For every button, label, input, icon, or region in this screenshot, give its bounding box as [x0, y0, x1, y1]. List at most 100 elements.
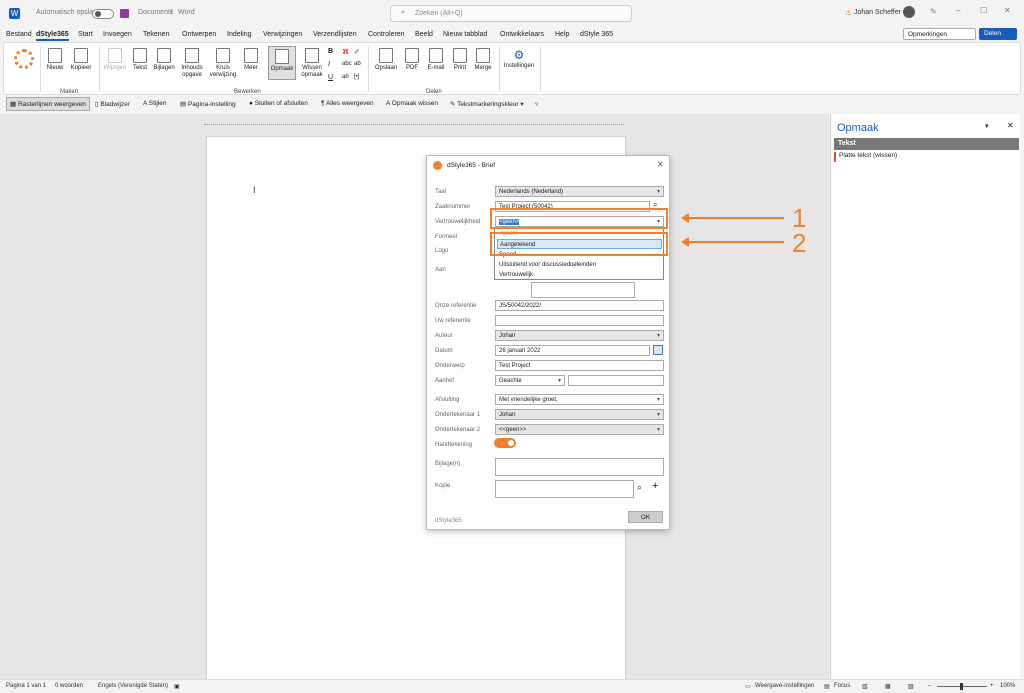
ondertekenaar-1-select[interactable]: Johan: [495, 409, 664, 420]
tab-nieuw-tabblad[interactable]: Nieuw tabblad: [443, 31, 487, 38]
ab-icon[interactable]: ab: [342, 74, 349, 80]
email-button[interactable]: E-mail: [424, 48, 448, 72]
new-button[interactable]: Nieuw: [44, 48, 66, 72]
tab-beeld[interactable]: Beeld: [415, 31, 433, 38]
afsluiting-select[interactable]: Met vriendelijke groet,: [495, 394, 664, 405]
status-words[interactable]: 0 woorden: [55, 683, 83, 689]
tab-dstyle365[interactable]: dStyle365: [36, 31, 69, 41]
crossref-button[interactable]: Kruis verwijzing: [208, 48, 238, 79]
field-icon[interactable]: [•]: [354, 74, 359, 80]
paint-icon[interactable]: ⌘: [342, 48, 349, 56]
comments-button[interactable]: Opmerkingen: [903, 28, 976, 40]
focus-icon[interactable]: ▤: [824, 683, 830, 690]
edit-button[interactable]: Wijzigen: [102, 48, 128, 72]
option-discussie[interactable]: Uitsluitend voor discussiedoeleinden: [497, 260, 662, 270]
option-vertrouwelijk[interactable]: Vertrouwelijk: [497, 270, 662, 280]
print-layout-icon[interactable]: ▦: [885, 683, 891, 690]
zoom-in-icon[interactable]: +: [990, 683, 994, 689]
kopie-field[interactable]: [495, 480, 634, 498]
text-button[interactable]: Tekst: [130, 48, 150, 72]
ondertekenaar-2-select[interactable]: <<geen>>: [495, 424, 664, 435]
pane-item-plain-text[interactable]: Platte tekst (wissen): [834, 152, 1019, 162]
toc-button[interactable]: Inhouds opgave: [178, 48, 206, 79]
tab-tekenen[interactable]: Tekenen: [143, 31, 169, 38]
tab-verzendlijsten[interactable]: Verzendlijsten: [313, 31, 357, 38]
taal-select[interactable]: Nederlands (Nederland): [495, 186, 664, 197]
aanhef-select[interactable]: Geachte: [495, 375, 565, 386]
search-box[interactable]: ⌕ Zoeken (Alt+Q): [390, 5, 632, 22]
accessibility-icon[interactable]: ▣: [174, 683, 180, 690]
gridlines-button[interactable]: ▦ Rasterlijnen weergeven: [6, 97, 90, 111]
web-layout-icon[interactable]: ▧: [908, 683, 914, 690]
status-language[interactable]: Engels (Verenigde Staten): [98, 683, 168, 689]
settings-button[interactable]: ⚙ Instellingen: [502, 48, 536, 70]
underline-button[interactable]: U: [328, 74, 333, 81]
show-all-button[interactable]: ¶ Alles weergeven: [321, 100, 374, 107]
close-icon[interactable]: ✕: [1004, 6, 1011, 15]
handtekening-toggle[interactable]: [494, 438, 516, 448]
maximize-icon[interactable]: ☐: [980, 6, 987, 15]
aan-address-field[interactable]: [531, 282, 635, 298]
autosave-toggle[interactable]: [92, 9, 114, 19]
tab-indeling[interactable]: Indeling: [227, 31, 252, 38]
bold-button[interactable]: B: [328, 48, 333, 55]
kopie-search-icon[interactable]: ⌕: [637, 482, 642, 493]
zoom-out-icon[interactable]: –: [928, 683, 931, 689]
status-page[interactable]: Pagina 1 van 1: [6, 683, 46, 689]
zoom-slider-thumb[interactable]: [960, 683, 963, 690]
status-view-settings[interactable]: Weergave-instellingen: [755, 683, 814, 689]
abc-icon[interactable]: abc: [342, 61, 352, 67]
onderwerp-field[interactable]: Test Project: [495, 360, 664, 371]
print-button[interactable]: Print: [450, 48, 470, 72]
save-icon[interactable]: [120, 9, 129, 18]
share-button[interactable]: Delen: [979, 28, 1017, 40]
attachments-button[interactable]: Bijlagen: [151, 48, 177, 72]
horizontal-ruler[interactable]: [204, 117, 624, 125]
format-button[interactable]: Opmaak: [268, 46, 296, 80]
customize-toolbar-icon[interactable]: ▿: [535, 100, 538, 108]
tab-start[interactable]: Start: [78, 31, 93, 38]
copy-button[interactable]: Kopieer: [68, 48, 94, 72]
datum-field[interactable]: 26 januari 2022: [495, 345, 650, 356]
onze-referentie-field[interactable]: JS/50042/2022/: [495, 300, 664, 311]
uw-referentie-field[interactable]: [495, 315, 664, 326]
more-button[interactable]: Meer: [240, 48, 262, 72]
status-focus[interactable]: Focus: [834, 683, 850, 689]
tab-bestand[interactable]: Bestand: [6, 31, 32, 38]
highlight-color-button[interactable]: ✎ Tekstmarkeringskleur ▾: [450, 100, 524, 108]
minimize-icon[interactable]: –: [956, 6, 960, 15]
tab-dstyle-365[interactable]: dStyle 365: [580, 31, 613, 38]
status-zoom[interactable]: 100%: [1000, 683, 1015, 689]
tab-controleren[interactable]: Controleren: [368, 31, 405, 38]
superscript-icon[interactable]: ab: [354, 61, 361, 67]
clear-formatting-button[interactable]: A Opmaak wissen: [386, 100, 438, 107]
tab-verwijzingen[interactable]: Verwijzingen: [263, 31, 302, 38]
page-setup-button[interactable]: ▤ Pagina-instelling: [180, 100, 236, 108]
ok-button[interactable]: OK: [628, 511, 663, 523]
read-mode-icon[interactable]: ▥: [862, 683, 868, 690]
italic-button[interactable]: I: [328, 61, 330, 68]
close-exit-button[interactable]: ● Sluiten of afsluiten: [249, 100, 308, 107]
bijlagen-field[interactable]: [495, 458, 664, 476]
highlighter-icon[interactable]: ✐: [354, 48, 360, 56]
calendar-icon[interactable]: [653, 345, 663, 355]
pane-options-icon[interactable]: ▾: [985, 122, 989, 130]
aanhef-name-field[interactable]: [568, 375, 664, 386]
merge-button[interactable]: Merge: [472, 48, 494, 72]
avatar[interactable]: [903, 6, 915, 18]
display-settings-icon[interactable]: ▭: [745, 683, 751, 690]
tab-help[interactable]: Help: [555, 31, 569, 38]
clear-format-button[interactable]: Wissen opmaak: [298, 48, 326, 79]
pen-icon[interactable]: ✎: [930, 7, 937, 16]
pdf-button[interactable]: PDF: [402, 48, 422, 72]
tab-ontwikkelaars[interactable]: Ontwikkelaars: [500, 31, 544, 38]
user-name[interactable]: Johan Scheffer: [854, 9, 901, 16]
auteur-select[interactable]: Johan: [495, 330, 664, 341]
save-doc-button[interactable]: Opslaan: [372, 48, 400, 72]
pane-close-icon[interactable]: ✕: [1007, 121, 1014, 130]
styles-button[interactable]: A Stijlen: [143, 100, 167, 107]
kopie-add-icon[interactable]: +: [652, 480, 658, 492]
bookmark-button[interactable]: ▯ Bladwijzer: [95, 100, 130, 108]
tab-invoegen[interactable]: Invoegen: [103, 31, 132, 38]
dialog-close-icon[interactable]: ✕: [657, 160, 664, 169]
